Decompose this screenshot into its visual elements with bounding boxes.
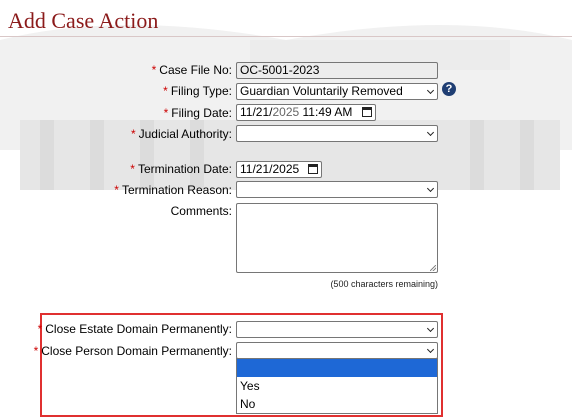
close-person-select[interactable]	[236, 342, 438, 359]
comments-label: Comments:	[170, 204, 232, 218]
required-marker: *	[37, 322, 43, 336]
termination-date-label: * Termination Date:	[130, 162, 232, 176]
required-marker: *	[151, 63, 157, 77]
termination-date-input[interactable]: 11/21/2025	[236, 161, 322, 178]
close-person-options-list: Yes No	[236, 358, 438, 414]
filing-type-label: * Filing Type:	[163, 84, 232, 98]
calendar-icon[interactable]	[308, 164, 318, 174]
filing-date-label: * Filing Date:	[163, 106, 232, 120]
termination-reason-select[interactable]	[236, 181, 438, 198]
required-marker: *	[114, 183, 119, 197]
required-marker: *	[130, 162, 135, 176]
required-marker: *	[33, 344, 39, 358]
judicial-authority-select[interactable]	[236, 125, 438, 142]
option-no[interactable]: No	[237, 395, 437, 413]
close-estate-label: * Close Estate Domain Permanently:	[37, 322, 232, 336]
calendar-icon[interactable]	[362, 107, 372, 117]
comments-textarea[interactable]	[236, 203, 438, 273]
option-blank[interactable]	[237, 359, 437, 377]
close-estate-select[interactable]	[236, 321, 438, 338]
case-file-no-label: * Case File No:	[151, 63, 232, 77]
characters-remaining: (500 characters remaining)	[330, 279, 438, 289]
resize-handle-icon[interactable]	[430, 265, 436, 271]
required-marker: *	[130, 127, 136, 141]
option-yes[interactable]: Yes	[237, 377, 437, 395]
title-divider	[0, 36, 572, 37]
case-file-no-field: OC-5001-2023	[236, 62, 438, 79]
termination-reason-label: * Termination Reason:	[114, 183, 232, 197]
required-marker: *	[163, 84, 168, 98]
close-person-label: * Close Person Domain Permanently:	[33, 344, 232, 358]
filing-date-input[interactable]: 11/21/2025 11:49 AM	[236, 104, 376, 121]
filing-type-select[interactable]: Guardian Voluntarily Removed	[236, 83, 438, 100]
help-icon[interactable]: ?	[442, 82, 456, 96]
judicial-authority-label: * Judicial Authority:	[130, 127, 232, 141]
page-title: Add Case Action	[8, 8, 159, 33]
required-marker: *	[163, 106, 169, 120]
